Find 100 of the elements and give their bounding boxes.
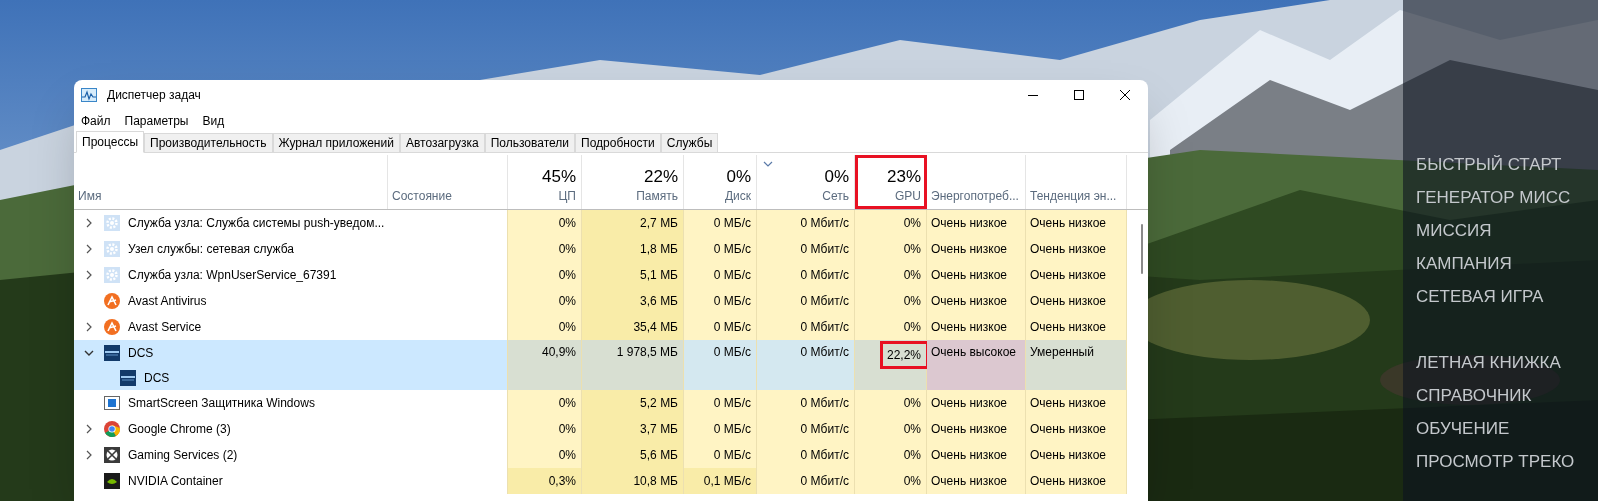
process-row[interactable]: Служба узла: Служба системы push-уведом... 0% 2,7 МБ 0 МБ/с 0 Мбит/с 0% Очень низкое Очень низкое [74,210,1127,236]
menu-item[interactable]: Вид [198,110,229,131]
process-row[interactable]: NVIDIA Container 0,3% 10,8 МБ 0,1 МБ/с 0 Мбит/с 0% Очень низкое Очень низкое [74,468,1127,494]
process-name: Avast Antivirus [128,293,207,310]
app-icon [120,369,136,386]
eye-icon [104,473,120,489]
column-label: ЦП [558,188,576,204]
sort-icon [763,161,773,167]
gear-icon [104,241,120,257]
process-row[interactable]: Avast Service 0% 35,4 МБ 0 МБ/с 0 Мбит/с 0% Очень низкое Очень низкое [74,314,1127,340]
table-cell-text: 0% [903,395,922,412]
column-header[interactable]: Имя [74,155,388,209]
table-cell-text: 0 Мбит/с [800,293,850,310]
column-header[interactable]: 0% Сеть [757,155,855,209]
process-row[interactable]: Служба узла: WpnUserService_67391 0% 5,1 МБ 0 МБ/с 0 Мбит/с 0% Очень низкое Очень низкое [74,262,1127,288]
table-cell-text: Очень низкое [930,267,1008,284]
table-cell-text: 0 МБ/с [713,293,752,310]
table-cell-text: 0 МБ/с [713,215,752,232]
table-cell-text: Очень низкое [1029,215,1107,232]
column-label: Тенденция эн... [1030,188,1117,204]
table-cell-text: 0 МБ/с [713,267,752,284]
process-row[interactable]: Узел службы: сетевая служба 0% 1,8 МБ 0 МБ/с 0 Мбит/с 0% Очень низкое Очень низкое [74,236,1127,262]
table-cell-text: 0% [903,293,922,310]
table-cell-text: Очень низкое [930,421,1008,438]
table-cell-text: Очень низкое [1029,267,1107,284]
menu-item[interactable]: БЫСТРЫЙ СТАРТ [1416,148,1598,181]
table-cell-text: Очень низкое [1029,421,1107,438]
process-name: DCS [128,344,154,362]
table-cell-text: 2,7 МБ [640,215,679,232]
table-cell-text: 0% [558,447,577,464]
menu-item[interactable]: ЛЕТНАЯ КНИЖКА [1416,346,1598,379]
menu-item[interactable]: СЕТЕВАЯ ИГРА [1416,280,1598,313]
menu-item[interactable]: Файл [77,110,115,131]
tab[interactable]: Автозагрузка [399,133,485,153]
scroll-thumb[interactable] [1141,224,1143,274]
process-name: Узел службы: сетевая служба [128,241,295,258]
table-cell-text: Очень низкое [1029,395,1107,412]
menu-item[interactable]: ОБУЧЕНИЕ [1416,412,1598,445]
table-cell-text: Очень низкое [930,293,1008,310]
column-header[interactable]: Энергопотреб... [927,155,1026,209]
column-total: 23% [886,166,921,188]
column-label: Имя [78,188,102,204]
table-cell-text: 0% [558,241,577,258]
tab[interactable]: Процессы [76,131,144,153]
tab[interactable]: Пользователи [484,133,576,153]
table-cell-text: 0% [903,319,922,336]
table-cell-text: 0% [558,293,577,310]
table-cell-text: 5,2 МБ [640,395,679,412]
tab[interactable]: Подробности [575,133,661,153]
browser-icon [104,421,120,437]
table-cell-text: 0 Мбит/с [800,267,850,284]
table-cell-text: 0 Мбит/с [800,241,850,258]
tab[interactable]: Службы [660,133,719,153]
column-header[interactable]: 0% Диск [684,155,757,209]
column-header[interactable]: 23% GPU [855,155,927,209]
column-header[interactable]: 45% ЦП [508,155,582,209]
table-cell-text: 0,1 МБ/с [703,473,752,490]
column-header[interactable]: Тенденция эн... [1026,155,1127,209]
column-total: 0% [726,166,751,188]
process-row[interactable]: Gaming Services (2) 0% 5,6 МБ 0 МБ/с 0 Мбит/с 0% Очень низкое Очень низкое [74,442,1127,468]
column-label: GPU [895,188,921,204]
table-cell-text: 0% [558,267,577,284]
table-cell-text: Очень низкое [1029,241,1107,258]
table-cell-text: 1,8 МБ [640,241,679,258]
table-cell-text: 40,9% [541,344,577,361]
column-header[interactable]: Состояние [388,155,508,209]
table-cell-text: 0 Мбит/с [800,319,850,336]
table-cell-text: 0% [558,395,577,412]
process-row[interactable]: SmartScreen Защитника Windows 0% 5,2 МБ 0 МБ/с 0 Мбит/с 0% Очень низкое Очень низкое [74,390,1127,416]
table-cell-text: 0,3% [548,473,577,490]
column-header[interactable]: 22% Память [582,155,684,209]
menu-item[interactable]: СПРАВОЧНИК [1416,379,1598,412]
table-cell-text: Очень низкое [1029,293,1107,310]
column-label: Память [636,188,678,204]
menu-item[interactable]: ПРОСМОТР ТРЕКО [1416,445,1598,478]
menu-item[interactable]: КАМПАНИЯ [1416,247,1598,280]
table-cell-text: 5,1 МБ [640,267,679,284]
app-icon [104,344,120,361]
close-icon [1120,90,1130,100]
process-name: NVIDIA Container [128,473,223,490]
process-row[interactable]: DCS DCS 40,9% 1 978,5 МБ 0 МБ/с 0 Мбит/с 22,2% Очень высокое Умеренный [74,340,1127,390]
table-cell-text: 35,4 МБ [633,319,679,336]
table-cell-text: 0% [903,473,922,490]
column-label: Сеть [822,188,849,204]
table-cell-text: 0 МБ/с [713,319,752,336]
table-cell-text: 0 МБ/с [713,344,752,361]
tab[interactable]: Журнал приложений [272,133,400,153]
window-icon [104,395,120,411]
menu-item[interactable]: Параметры [120,110,193,131]
table-cell-text: Очень низкое [1029,447,1107,464]
app-icon [104,293,120,309]
maximize-icon [1074,90,1084,100]
process-row[interactable]: Google Chrome (3) 0% 3,7 МБ 0 МБ/с 0 Мбит/с 0% Очень низкое Очень низкое [74,416,1127,442]
app-icon [104,319,120,335]
gear-icon [104,267,120,283]
tab[interactable]: Производительность [144,133,273,153]
process-name: Служба узла: WpnUserService_67391 [128,267,337,284]
process-row[interactable]: Avast Antivirus 0% 3,6 МБ 0 МБ/с 0 Мбит/с 0% Очень низкое Очень низкое [74,288,1127,314]
menu-item[interactable]: МИССИЯ [1416,214,1598,247]
menu-item[interactable]: ГЕНЕРАТОР МИСС [1416,181,1598,214]
